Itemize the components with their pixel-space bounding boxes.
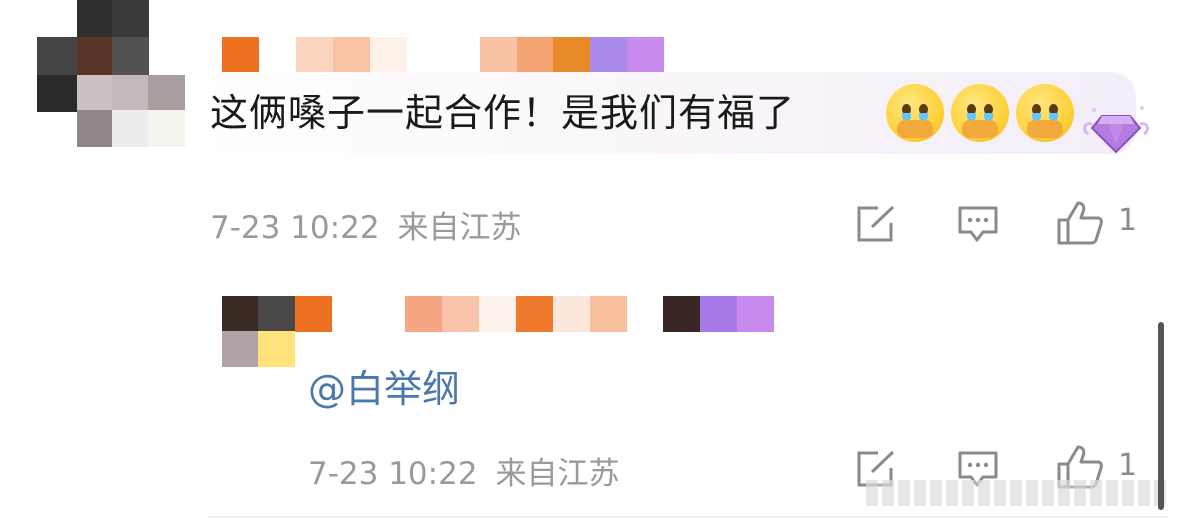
divider xyxy=(208,516,1168,518)
crying-covering-mouth-emoji xyxy=(1016,84,1074,142)
crying-covering-mouth-emoji xyxy=(886,84,944,142)
crying-covering-mouth-emoji xyxy=(951,84,1009,142)
mention-link[interactable]: @白举纲 xyxy=(308,358,460,413)
scrollbar[interactable] xyxy=(1158,322,1164,510)
comment-text: 这俩嗓子一起合作！是我们有福了 xyxy=(210,91,796,135)
share-icon[interactable] xyxy=(856,205,896,243)
comment-icon[interactable] xyxy=(957,205,999,243)
like-count: 1 xyxy=(1118,203,1138,238)
comment-timestamp: 7-23 10:22 来自江苏 xyxy=(210,210,522,246)
watermark xyxy=(866,480,1166,506)
purple-diamond-badge-icon xyxy=(1083,106,1149,154)
thumbs-up-icon[interactable] xyxy=(1056,200,1104,246)
like-count: 1 xyxy=(1118,448,1138,483)
reply-timestamp: 7-23 10:22 来自江苏 xyxy=(308,456,620,492)
